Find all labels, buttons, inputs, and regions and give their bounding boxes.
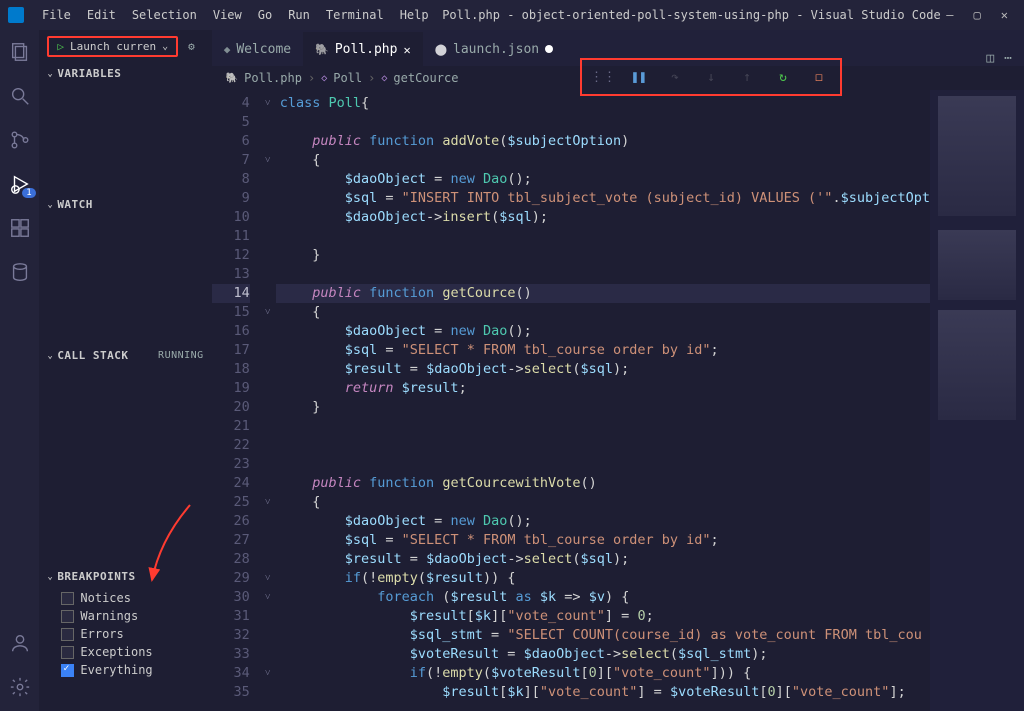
breakpoint-label: Notices <box>80 591 131 605</box>
debug-badge: 1 <box>22 188 35 198</box>
vscode-file-icon: ◆ <box>224 43 231 56</box>
window-controls: — ▢ ✕ <box>946 8 1016 22</box>
tab-label: Poll.php <box>335 42 398 57</box>
breakpoint-label: Everything <box>80 663 152 677</box>
vscode-icon <box>8 7 24 23</box>
window-title: Poll.php - object-oriented-poll-system-u… <box>437 8 947 22</box>
maximize-icon[interactable]: ▢ <box>974 8 981 22</box>
menu-terminal[interactable]: Terminal <box>318 8 392 22</box>
tab-poll-php[interactable]: 🐘 Poll.php ✕ <box>303 32 423 66</box>
menu-selection[interactable]: Selection <box>124 8 205 22</box>
menu-view[interactable]: View <box>205 8 250 22</box>
titlebar: FileEditSelectionViewGoRunTerminalHelp P… <box>0 0 1024 30</box>
split-editor-icon[interactable]: ◫ <box>986 51 994 66</box>
step-into-icon[interactable]: ↓ <box>702 68 720 86</box>
activity-bar: 1 <box>0 30 39 711</box>
menu-bar: FileEditSelectionViewGoRunTerminalHelp <box>34 8 437 22</box>
line-gutter[interactable]: 4567891011121314151617181920212223242526… <box>212 90 260 711</box>
php-file-icon: 🐘 <box>315 43 329 56</box>
checkbox-icon[interactable] <box>61 610 74 623</box>
tab-welcome[interactable]: ◆ Welcome <box>212 32 303 66</box>
chevron-down-icon[interactable]: ⌄ <box>162 41 168 52</box>
breakpoints-list: Notices Warnings Errors Exceptions Everythin… <box>39 587 211 683</box>
search-icon[interactable] <box>8 84 32 108</box>
breadcrumb-separator: › <box>368 71 375 85</box>
code-area[interactable]: class Poll{ public function addVote($sub… <box>276 90 930 711</box>
run-debug-icon[interactable]: 1 <box>8 172 32 196</box>
menu-file[interactable]: File <box>34 8 79 22</box>
breakpoint-label: Exceptions <box>80 645 152 659</box>
section-variables[interactable]: ⌄VARIABLES <box>39 63 211 84</box>
start-debug-icon[interactable]: ▷ <box>57 40 64 53</box>
step-over-icon[interactable]: ↷ <box>666 68 684 86</box>
breakpoint-label: Warnings <box>80 609 138 623</box>
launch-config-selector[interactable]: Launch curren <box>70 40 156 53</box>
account-icon[interactable] <box>8 631 32 655</box>
breadcrumb-item[interactable]: Poll <box>333 71 362 85</box>
breakpoint-everything[interactable]: Everything <box>61 661 211 679</box>
menu-run[interactable]: Run <box>280 8 318 22</box>
source-control-icon[interactable] <box>8 128 32 152</box>
editor-group: ◆ Welcome 🐘 Poll.php ✕ ⬤ launch.json ◫ ⋯ 🐘 Poll… <box>212 30 1024 711</box>
breakpoint-label: Errors <box>80 627 123 641</box>
json-file-icon: ⬤ <box>435 43 447 56</box>
checkbox-icon[interactable] <box>61 664 74 677</box>
breakpoint-notices[interactable]: Notices <box>61 589 211 607</box>
menu-edit[interactable]: Edit <box>79 8 124 22</box>
explorer-icon[interactable] <box>8 40 32 64</box>
pause-icon[interactable]: ❚❚ <box>630 68 648 86</box>
checkbox-icon[interactable] <box>61 628 74 641</box>
dirty-indicator-icon <box>545 45 553 53</box>
launch-config-annotation: ▷ Launch curren ⌄ <box>47 36 178 57</box>
drag-handle-icon[interactable]: ⋮⋮ <box>594 68 612 86</box>
checkbox-icon[interactable] <box>61 646 74 659</box>
settings-icon[interactable] <box>8 675 32 699</box>
tab-launch-json[interactable]: ⬤ launch.json <box>423 32 565 66</box>
breadcrumb-separator: › <box>308 71 315 85</box>
checkbox-icon[interactable] <box>61 592 74 605</box>
menu-help[interactable]: Help <box>392 8 437 22</box>
menu-go[interactable]: Go <box>250 8 280 22</box>
restart-icon[interactable]: ↻ <box>774 68 792 86</box>
minimize-icon[interactable]: — <box>946 8 953 22</box>
debug-toolbar-annotation: ⋮⋮ ❚❚ ↷ ↓ ↑ ↻ ◻ <box>580 58 842 96</box>
breadcrumb-icon: ◇ <box>321 73 327 84</box>
more-actions-icon[interactable]: ⋯ <box>1004 51 1012 66</box>
breakpoint-exceptions[interactable]: Exceptions <box>61 643 211 661</box>
configure-gear-icon[interactable]: ⚙ <box>188 40 195 53</box>
section-callstack[interactable]: ⌄CALL STACKRUNNING <box>39 345 211 366</box>
tab-label: launch.json <box>453 42 539 57</box>
close-tab-icon[interactable]: ✕ <box>403 43 410 57</box>
close-icon[interactable]: ✕ <box>1001 8 1008 22</box>
minimap[interactable] <box>930 90 1024 711</box>
breadcrumb-item[interactable]: Poll.php <box>244 71 302 85</box>
breadcrumb-icon: 🐘 <box>226 73 238 84</box>
callstack-state: RUNNING <box>158 350 204 361</box>
database-icon[interactable] <box>8 260 32 284</box>
breadcrumb-icon: ◇ <box>381 73 387 84</box>
breakpoint-warnings[interactable]: Warnings <box>61 607 211 625</box>
section-breakpoints[interactable]: ⌄BREAKPOINTS <box>39 566 211 587</box>
section-watch[interactable]: ⌄WATCH <box>39 194 211 215</box>
tab-label: Welcome <box>236 42 291 57</box>
breakpoint-errors[interactable]: Errors <box>61 625 211 643</box>
debug-sidebar: ▷ Launch curren ⌄ ⚙ ⌄VARIABLES ⌄WATCH ⌄C… <box>39 30 211 711</box>
stop-icon[interactable]: ◻ <box>810 68 828 86</box>
breadcrumb-item[interactable]: getCource <box>393 71 458 85</box>
step-out-icon[interactable]: ↑ <box>738 68 756 86</box>
fold-gutter[interactable]: ˅˅˅˅˅˅˅ <box>260 90 276 711</box>
extensions-icon[interactable] <box>8 216 32 240</box>
